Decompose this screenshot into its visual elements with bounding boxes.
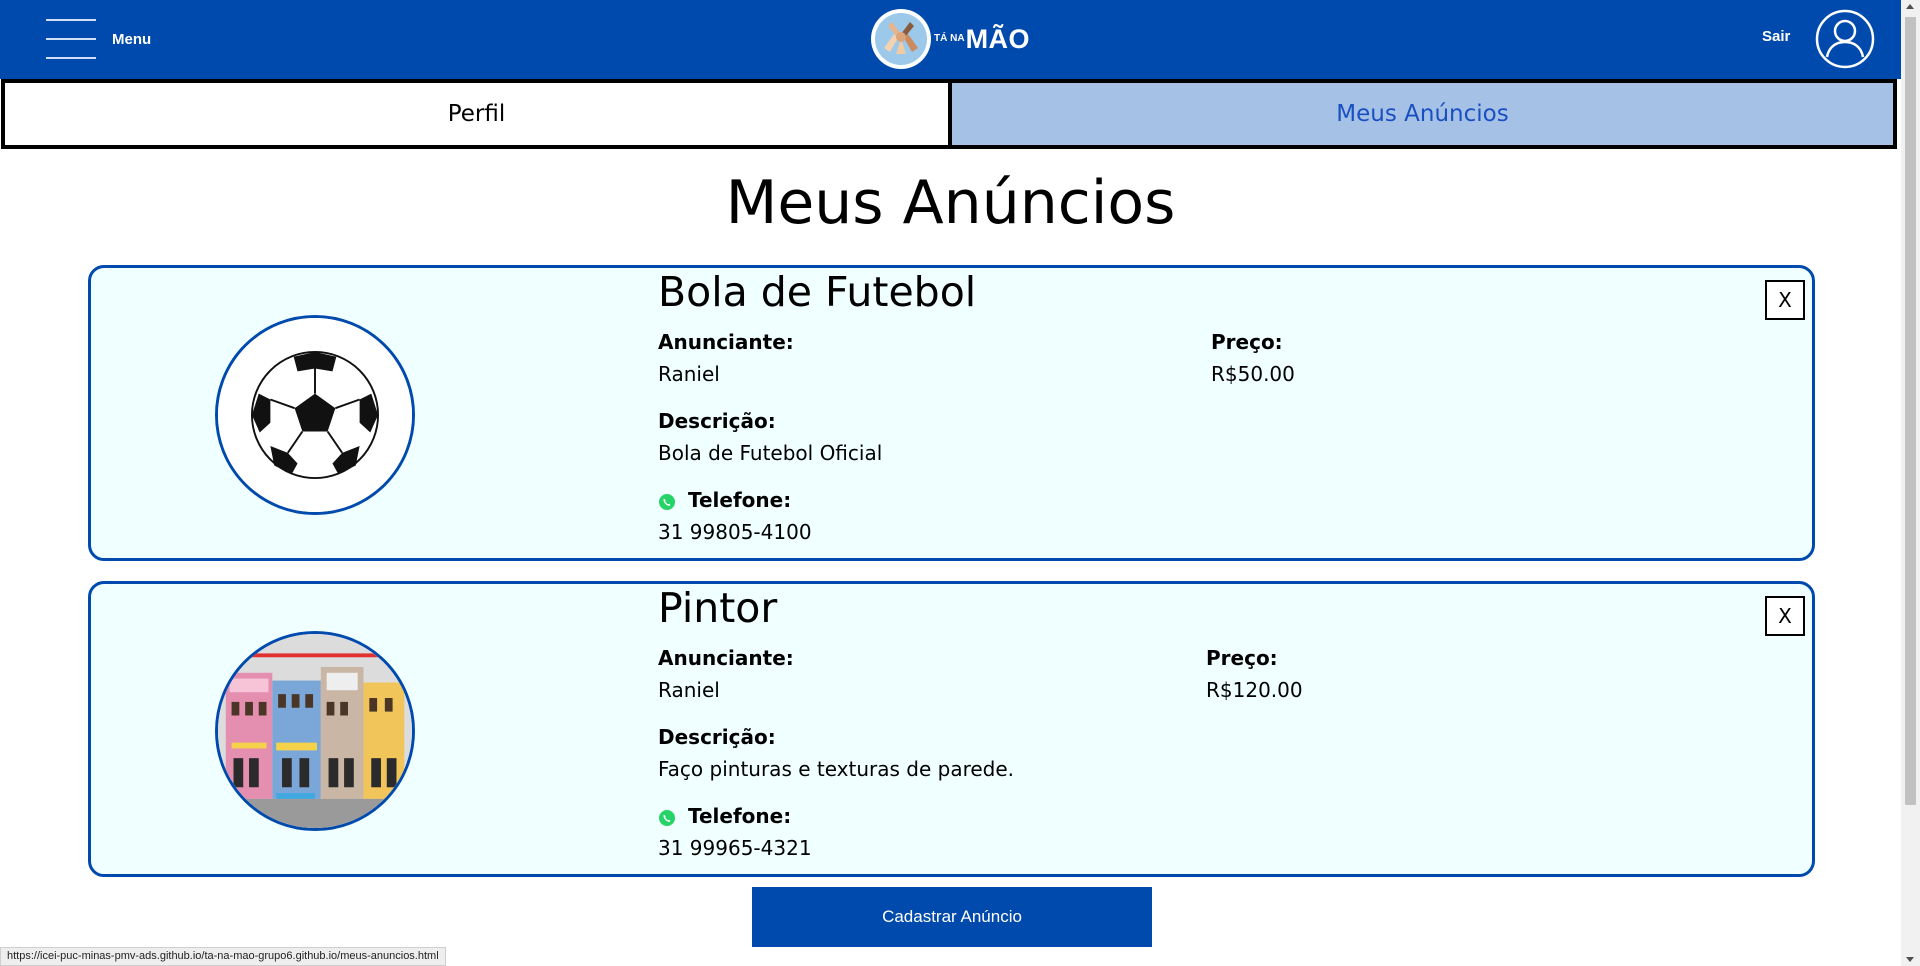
price-label: Preço:: [1211, 330, 1283, 354]
storefronts-image: [218, 634, 412, 828]
ad-title: Bola de Futebol: [658, 268, 977, 316]
logo-big-text: MÃO: [965, 23, 1031, 54]
cadastrar-anuncio-button[interactable]: Cadastrar Anúncio: [752, 887, 1152, 947]
phone-value: 31 99965-4321: [658, 836, 812, 860]
ad-title: Pintor: [658, 584, 778, 632]
tab-meus-anuncios[interactable]: Meus Anúncios: [948, 79, 1897, 149]
logo-small-text: TÁ NA: [934, 33, 965, 44]
delete-ad-button[interactable]: X: [1765, 280, 1805, 320]
phone-value: 31 99805-4100: [658, 520, 812, 544]
price-label: Preço:: [1206, 646, 1278, 670]
soccer-ball-image: [218, 318, 412, 512]
vertical-scrollbar[interactable]: [1901, 0, 1920, 966]
price-value: R$50.00: [1211, 362, 1295, 386]
ad-image: [215, 315, 415, 515]
menu-button[interactable]: Menu: [46, 17, 196, 61]
advertiser-label: Anunciante:: [658, 330, 794, 354]
tab-perfil[interactable]: Perfil: [1, 79, 952, 149]
description-label: Descrição:: [658, 409, 776, 433]
scroll-down-arrow-icon[interactable]: [1906, 957, 1914, 962]
description-value: Faço pinturas e texturas de parede.: [658, 757, 1015, 781]
ad-image: [215, 631, 415, 831]
app-logo[interactable]: TÁ NA MÃO: [870, 6, 1030, 72]
advertiser-value: Raniel: [658, 362, 720, 386]
description-value: Bola de Futebol Oficial: [658, 441, 883, 465]
user-avatar-icon[interactable]: [1815, 9, 1875, 69]
top-navbar: Menu TÁ NA MÃO Sair: [0, 0, 1901, 79]
profile-tabs: Perfil Meus Anúncios: [1, 79, 1901, 149]
whatsapp-icon: [659, 810, 675, 826]
ad-card: Pintor Anunciante: Raniel Preço: R$120.0…: [88, 581, 1815, 877]
status-bar-url: https://icei-puc-minas-pmv-ads.github.io…: [0, 947, 446, 966]
scrollbar-thumb[interactable]: [1905, 17, 1916, 805]
scroll-up-arrow-icon[interactable]: [1906, 4, 1914, 9]
description-label: Descrição:: [658, 725, 776, 749]
advertiser-label: Anunciante:: [658, 646, 794, 670]
phone-label: Telefone:: [688, 488, 792, 512]
page-title: Meus Anúncios: [725, 168, 1176, 238]
whatsapp-icon: [659, 494, 675, 510]
advertiser-value: Raniel: [658, 678, 720, 702]
logout-link[interactable]: Sair: [1762, 28, 1790, 45]
hamburger-icon: [46, 18, 96, 60]
delete-ad-button[interactable]: X: [1765, 596, 1805, 636]
phone-label: Telefone:: [688, 804, 792, 828]
menu-label: Menu: [112, 30, 152, 48]
hands-logo-icon: [871, 9, 931, 69]
ad-card: Bola de Futebol Anunciante: Raniel Preço…: [88, 265, 1815, 561]
price-value: R$120.00: [1206, 678, 1303, 702]
